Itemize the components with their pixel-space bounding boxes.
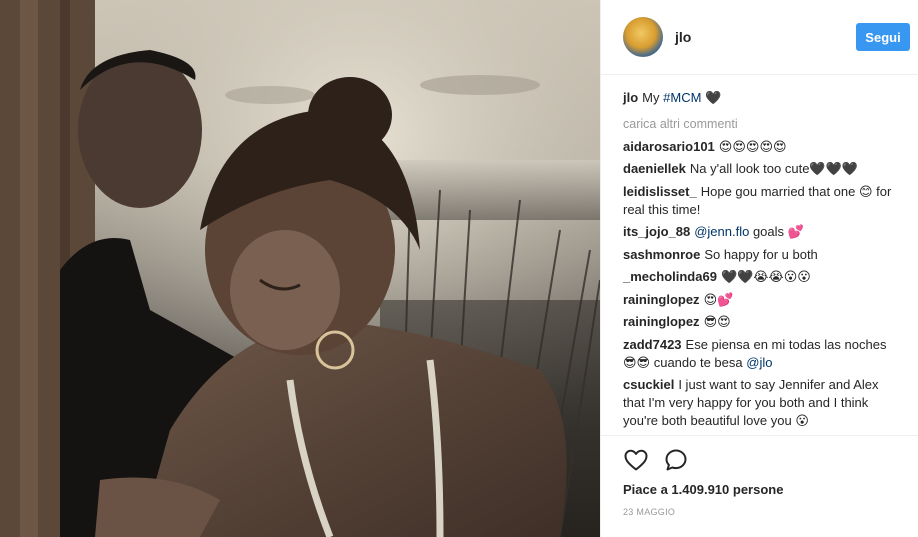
comment-item: raininglopez 😍💕 bbox=[623, 291, 894, 309]
comment-item: sashmonroe So happy for u both bbox=[623, 246, 894, 264]
comment-text: goals 💕 bbox=[752, 224, 804, 239]
post-side-panel: jlo Segui jlo My #MCM 🖤 carica altri comm… bbox=[600, 0, 918, 537]
comment-username[interactable]: raininglopez bbox=[623, 292, 700, 307]
like-button[interactable] bbox=[623, 447, 649, 473]
load-more-comments-link[interactable]: carica altri commenti bbox=[623, 115, 894, 133]
follow-button[interactable]: Segui bbox=[856, 23, 910, 51]
caption-text: My bbox=[642, 90, 660, 105]
comment-text: 😎😍 bbox=[703, 314, 731, 329]
comment-mention[interactable]: @jenn.flo bbox=[694, 224, 749, 239]
comment-item: daeniellek Na y'all look too cute🖤🖤🖤 bbox=[623, 160, 894, 178]
comment-list: jlo My #MCM 🖤 carica altri commenti aidar… bbox=[601, 75, 918, 435]
post-photo[interactable] bbox=[0, 0, 600, 537]
comment-username[interactable]: leidislisset_ bbox=[623, 184, 697, 199]
comment-username[interactable]: zadd7423 bbox=[623, 337, 682, 352]
comment-item: csuckiel I just want to say Jennifer and … bbox=[623, 376, 894, 430]
caption: jlo My #MCM 🖤 bbox=[623, 89, 894, 107]
comment-icon bbox=[665, 449, 687, 470]
comment-username[interactable]: daeniellek bbox=[623, 161, 686, 176]
comment-text: 😍😍😍😍😍 bbox=[718, 138, 787, 154]
heart-icon bbox=[624, 449, 648, 470]
comment-text: 🖤🖤😭😭😮😮 bbox=[720, 269, 811, 284]
likes-count[interactable]: Piace a 1.409.910 persone bbox=[601, 479, 918, 499]
comment-text: Na y'all look too cute🖤🖤🖤 bbox=[689, 161, 858, 176]
caption-hashtag[interactable]: #MCM bbox=[663, 90, 701, 105]
comment-item: its_jojo_88 @jenn.flo goals 💕 bbox=[623, 223, 894, 241]
comment-username[interactable]: sashmonroe bbox=[623, 247, 700, 262]
comment-username[interactable]: csuckiel bbox=[623, 377, 674, 392]
photo-illustration bbox=[0, 0, 600, 537]
post-actions bbox=[601, 435, 918, 479]
comment-mention[interactable]: @jlo bbox=[746, 355, 772, 370]
comment-text: So happy for u both bbox=[704, 246, 818, 262]
comment-username[interactable]: aidarosario101 bbox=[623, 139, 715, 154]
comment-username[interactable]: _mecholinda69 bbox=[623, 269, 717, 284]
comment-username[interactable]: raininglopez bbox=[623, 314, 700, 329]
post-date[interactable]: 23 MAGGIO bbox=[601, 499, 918, 537]
comment-item: _mecholinda69 🖤🖤😭😭😮😮 bbox=[623, 268, 894, 286]
comment-text: 😍💕 bbox=[703, 291, 734, 307]
caption-emoji: 🖤 bbox=[705, 90, 722, 105]
comment-item: aidarosario101 😍😍😍😍😍 bbox=[623, 138, 894, 156]
header-username[interactable]: jlo bbox=[675, 29, 691, 45]
comment-item: zadd7423 Ese piensa en mi todas las noche… bbox=[623, 336, 894, 372]
comment-item: raininglopez 😎😍 bbox=[623, 313, 894, 331]
comment-item: leidislisset_ Hope gou married that one 😊… bbox=[623, 183, 894, 219]
avatar[interactable] bbox=[623, 17, 663, 57]
comment-button[interactable] bbox=[663, 447, 689, 473]
caption-username[interactable]: jlo bbox=[623, 90, 638, 105]
post-header: jlo Segui bbox=[601, 0, 918, 75]
comment-username[interactable]: its_jojo_88 bbox=[623, 224, 690, 239]
instagram-post: jlo Segui jlo My #MCM 🖤 carica altri comm… bbox=[0, 0, 918, 537]
